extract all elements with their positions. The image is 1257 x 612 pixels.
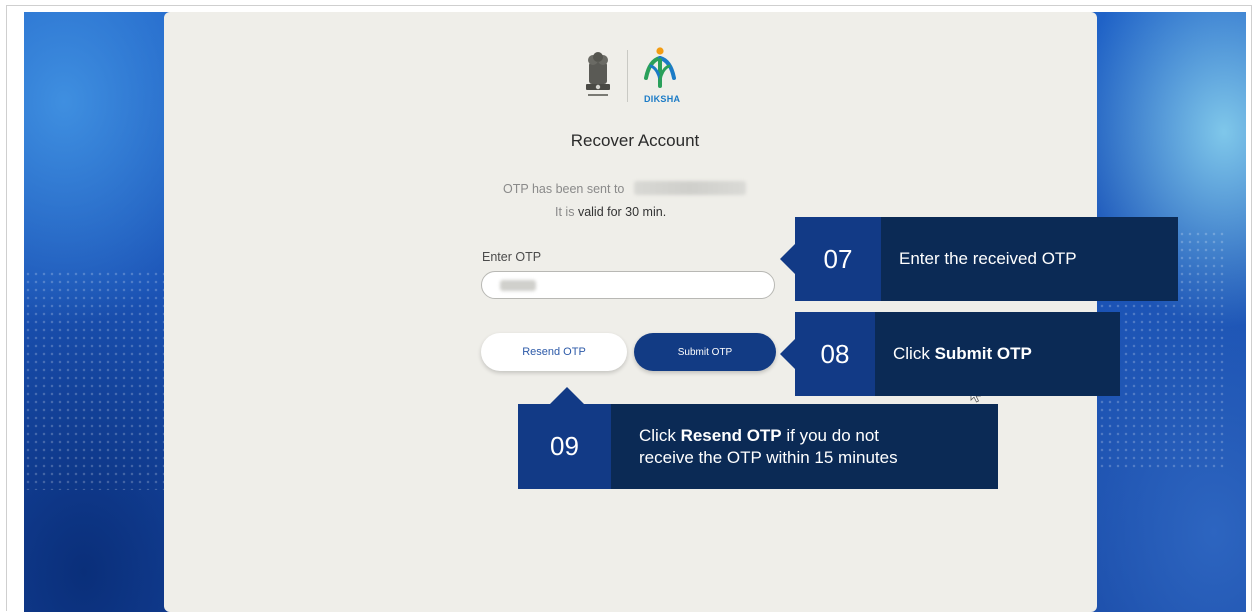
emblem-icon — [586, 52, 610, 96]
redacted-email — [633, 181, 746, 195]
callout-09-text: Click Resend OTP if you do not receive th… — [611, 425, 898, 469]
callout-09: 09 Click Resend OTP if you do not receive… — [518, 404, 998, 489]
redacted-otp-value — [500, 280, 536, 291]
submit-otp-button[interactable]: Submit OTP — [634, 333, 776, 371]
logo-area: DIKSHA — [580, 46, 690, 110]
callout-08: 08 Click Submit OTP — [795, 312, 1120, 396]
callout-09-number: 09 — [518, 404, 611, 489]
callout-09-text-line2: receive the OTP within 15 minutes — [639, 447, 898, 467]
callout-08-text: Click Submit OTP — [875, 343, 1032, 365]
callout-08-pointer — [780, 338, 796, 370]
otp-validity-message: It is valid for 30 min. — [555, 205, 666, 219]
callout-07-pointer — [780, 243, 796, 275]
background-dots-left — [24, 270, 164, 490]
otp-field-label: Enter OTP — [482, 250, 542, 264]
diksha-logo-icon — [644, 47, 676, 88]
callout-08-number: 08 — [795, 312, 875, 396]
callout-07-number: 07 — [795, 217, 881, 301]
callout-08-text-prefix: Click — [893, 344, 935, 363]
validity-text: valid for 30 min. — [577, 205, 667, 219]
otp-sent-message: OTP has been sent to — [503, 181, 746, 196]
callout-09-pointer — [549, 387, 585, 405]
logo-divider — [627, 50, 628, 102]
callout-08-text-bold: Submit OTP — [934, 344, 1032, 363]
callout-09-text-prefix: Click — [639, 425, 681, 445]
resend-otp-button[interactable]: Resend OTP — [481, 333, 627, 371]
diksha-logo-text: DIKSHA — [644, 94, 681, 104]
validity-prefix: It is — [555, 205, 575, 219]
callout-09-text-bold: Resend OTP — [680, 425, 782, 445]
otp-input[interactable] — [481, 271, 775, 299]
callout-07-text: Enter the received OTP — [899, 249, 1077, 268]
callout-09-text-suffix: if you do not — [781, 425, 879, 445]
callout-07: 07 Enter the received OTP — [795, 217, 1178, 301]
page-title: Recover Account — [570, 131, 700, 150]
otp-sent-text: OTP has been sent to — [503, 182, 625, 196]
